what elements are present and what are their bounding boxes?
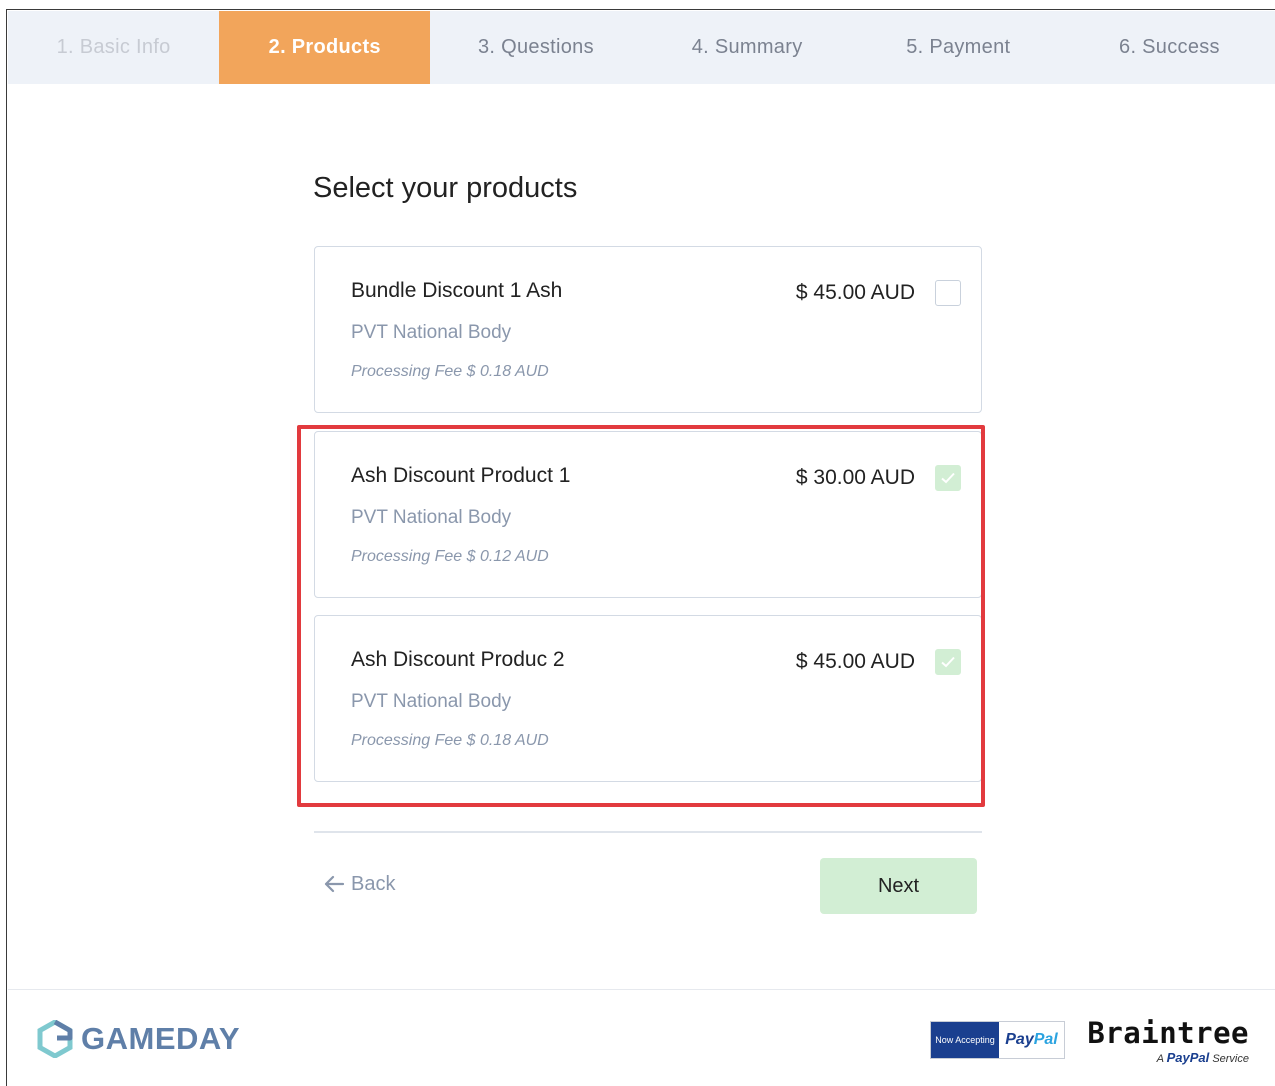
paypal-badge-left: Now Accepting (931, 1022, 999, 1058)
product-checkbox[interactable] (935, 280, 961, 306)
section-divider (314, 831, 982, 833)
next-button[interactable]: Next (820, 858, 977, 914)
gameday-logo: GAMEDAY (37, 1020, 240, 1058)
product-organisation: PVT National Body (351, 507, 512, 528)
step-summary: 4. Summary (691, 36, 803, 58)
back-button[interactable]: Back (321, 871, 395, 897)
product-name: Bundle Discount 1 Ash (351, 279, 563, 302)
checkmark-icon (941, 472, 955, 484)
step-success: 6. Success (1119, 36, 1220, 58)
product-processing-fee: Processing Fee $ 0.12 AUD (351, 548, 549, 565)
braintree-wordmark: Braintree (1087, 1016, 1249, 1050)
paypal-pal-text: Pal (1033, 1031, 1058, 1048)
progress-stepper: 1. Basic Info 2. Products 3. Questions 4… (8, 11, 1275, 84)
product-organisation: PVT National Body (351, 322, 512, 343)
product-checkbox[interactable] (935, 649, 961, 675)
checkmark-icon (941, 656, 955, 668)
paypal-logo: Pay Pal (999, 1022, 1064, 1058)
product-price: $ 45.00 AUD (795, 650, 915, 673)
braintree-tagline: A PayPal Service (1156, 1050, 1249, 1065)
product-card-ash-discount-1[interactable]: Ash Discount Product 1 PVT National Body… (314, 431, 982, 598)
product-checkbox[interactable] (935, 465, 961, 491)
step-basic-info[interactable]: 1. Basic Info (8, 11, 219, 84)
step-questions: 3. Questions (477, 36, 594, 58)
product-organisation: PVT National Body (351, 691, 512, 712)
product-processing-fee: Processing Fee $ 0.18 AUD (351, 732, 549, 749)
back-label: Back (351, 872, 396, 895)
braintree-tagline-service: Service (1212, 1053, 1249, 1065)
paypal-badge: Now Accepting Pay Pal (930, 1021, 1065, 1059)
arrow-left-icon (324, 875, 345, 893)
page-title: Select your products (313, 172, 578, 204)
app-frame: 1. Basic Info 2. Products 3. Questions 4… (6, 9, 1275, 1086)
product-price: $ 45.00 AUD (795, 281, 915, 304)
step-payment: 5. Payment (906, 36, 1011, 58)
product-name: Ash Discount Product 1 (351, 464, 571, 487)
product-card-bundle-discount[interactable]: Bundle Discount 1 Ash PVT National Body … (314, 246, 982, 413)
step-products[interactable]: 2. Products (219, 11, 431, 84)
product-processing-fee: Processing Fee $ 0.18 AUD (351, 363, 549, 380)
gameday-g-icon (37, 1020, 73, 1058)
product-card-ash-discount-2[interactable]: Ash Discount Produc 2 PVT National Body … (314, 615, 982, 782)
footer-divider (8, 989, 1275, 990)
paypal-pay-text: Pay (1005, 1031, 1034, 1048)
braintree-logo: Braintree A PayPal Service (1077, 1017, 1249, 1067)
product-name: Ash Discount Produc 2 (351, 648, 565, 671)
braintree-tagline-a: A (1156, 1053, 1164, 1065)
gameday-wordmark: GAMEDAY (81, 1021, 241, 1056)
braintree-tagline-paypal: PayPal (1166, 1050, 1210, 1065)
product-price: $ 30.00 AUD (795, 466, 915, 489)
